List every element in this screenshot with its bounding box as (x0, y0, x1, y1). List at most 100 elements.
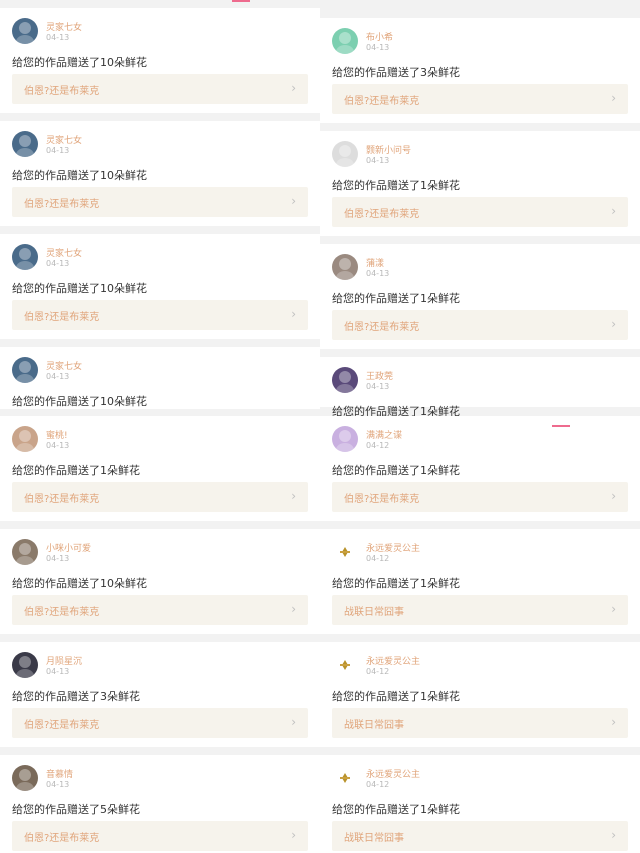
gift-message: 给您的作品赠送了10朵鲜花 (12, 56, 147, 69)
username[interactable]: 布小希 (366, 30, 393, 43)
work-link[interactable]: 伯恩?还是布莱克 › (12, 708, 308, 738)
work-link[interactable]: 伯恩?还是布莱克 › (12, 187, 308, 217)
work-link[interactable]: 伯恩?还是布莱克 › (12, 300, 308, 330)
gift-message: 给您的作品赠送了3朵鲜花 (332, 66, 460, 79)
username[interactable]: 王政莞 (366, 369, 393, 382)
gift-date: 04-13 (46, 146, 70, 155)
username[interactable]: 永远爱灵公主 (366, 541, 420, 554)
work-link[interactable]: 伯恩?还是布莱克 › (12, 595, 308, 625)
gift-date: 04-13 (46, 441, 70, 450)
user-avatar[interactable] (332, 141, 358, 167)
gift-notification-card: 灵家七女 04-13 给您的作品赠送了10朵鲜花 伯恩?还是布莱克 › (0, 8, 320, 113)
right-column: 布小希 04-13 给您的作品赠送了3朵鲜花 伯恩?还是布莱克 › 颢新小问号 04-13 给… (320, 0, 640, 853)
chevron-right-icon: › (291, 81, 296, 95)
gift-notification-card: 灵家七女 04-13 给您的作品赠送了10朵鲜花 (0, 347, 320, 409)
chevron-right-icon: › (611, 317, 616, 331)
work-link[interactable]: 伯恩?还是布莱克 › (12, 821, 308, 851)
gift-notification-card: 布小希 04-13 给您的作品赠送了3朵鲜花伯恩?还是布莱克 › (320, 18, 640, 123)
emblem-icon (340, 660, 350, 670)
gift-date: 04-12 (366, 780, 390, 789)
work-link[interactable]: 战联日常囧事 › (332, 821, 628, 851)
user-avatar[interactable] (12, 426, 38, 452)
emblem-icon (340, 773, 350, 783)
username[interactable]: 颢新小问号 (366, 143, 411, 156)
username[interactable]: 灵家七女 (46, 20, 82, 33)
chevron-right-icon: › (291, 602, 296, 616)
work-link[interactable]: 战联日常囧事 › (332, 595, 628, 625)
gift-notification-card: 小咪小可爱 04-13 给您的作品赠送了10朵鲜花 伯恩?还是布莱克 › (0, 529, 320, 634)
work-title: 伯恩?还是布莱克 (24, 86, 100, 97)
user-avatar[interactable] (332, 254, 358, 280)
chevron-right-icon: › (291, 489, 296, 503)
gift-message: 给您的作品赠送了10朵鲜花 (12, 169, 147, 182)
user-avatar[interactable] (12, 357, 38, 383)
user-avatar[interactable] (12, 539, 38, 565)
work-link[interactable]: 战联日常囧事 › (332, 708, 628, 738)
gift-notification-card: 颢新小问号 04-13 给您的作品赠送了1朵鲜花 伯恩?还是布莱克 › (320, 131, 640, 236)
work-title: 战联日常囧事 (344, 607, 404, 618)
work-title: 伯恩?还是布莱克 (24, 833, 100, 844)
user-avatar[interactable] (12, 652, 38, 678)
gift-date: 04-13 (366, 382, 390, 391)
work-title: 伯恩?还是布莱克 (344, 209, 420, 220)
work-title: 伯恩?还是布莱克 (344, 96, 420, 107)
user-avatar[interactable] (12, 765, 38, 791)
avatar-image (16, 656, 34, 678)
work-link[interactable]: 伯恩?还是布莱克 › (332, 84, 628, 114)
username[interactable]: 月陨星沉 (46, 654, 82, 667)
username[interactable]: 永远爱灵公主 (366, 767, 420, 780)
username[interactable]: 蜜桃! (46, 428, 68, 441)
gift-message: 给您的作品赠送了1朵鲜花 (332, 577, 460, 590)
gift-message: 给您的作品赠送了10朵鲜花 (12, 282, 147, 295)
gift-date: 04-13 (46, 780, 70, 789)
username[interactable]: 小咪小可爱 (46, 541, 91, 554)
gift-date: 04-13 (366, 43, 390, 52)
work-title: 战联日常囧事 (344, 720, 404, 731)
avatar-image (336, 32, 354, 54)
chevron-right-icon: › (611, 489, 616, 503)
gift-message: 给您的作品赠送了1朵鲜花 (332, 803, 460, 816)
avatar-image (336, 371, 354, 393)
username[interactable]: 灵家七女 (46, 133, 82, 146)
user-avatar[interactable] (332, 539, 358, 565)
gift-message: 给您的作品赠送了3朵鲜花 (12, 690, 140, 703)
avatar-image (336, 258, 354, 280)
gift-date: 04-12 (366, 441, 390, 450)
user-avatar[interactable] (12, 131, 38, 157)
scroll-indicator (552, 425, 570, 427)
left-column: 灵家七女 04-13 给您的作品赠送了10朵鲜花 伯恩?还是布莱克 › 灵家七女 04-13… (0, 0, 320, 853)
gift-date: 04-13 (46, 259, 70, 268)
work-title: 伯恩?还是布莱克 (24, 494, 100, 505)
work-link[interactable]: 伯恩?还是布莱克 › (12, 482, 308, 512)
gift-message: 给您的作品赠送了1朵鲜花 (332, 464, 460, 477)
username[interactable]: 蒲漾 (366, 256, 384, 269)
chevron-right-icon: › (611, 828, 616, 842)
gift-date: 04-13 (46, 667, 70, 676)
chevron-right-icon: › (291, 715, 296, 729)
chevron-right-icon: › (291, 194, 296, 208)
work-link[interactable]: 伯恩?还是布莱克 › (332, 197, 628, 227)
gift-notification-card: 灵家七女 04-13 给您的作品赠送了10朵鲜花伯恩?还是布莱克 › (0, 234, 320, 339)
work-title: 伯恩?还是布莱克 (344, 322, 420, 333)
gift-notification-card: 满满之谍 04-12 给您的作品赠送了1朵鲜花伯恩?还是布莱克 › (320, 416, 640, 521)
work-title: 伯恩?还是布莱克 (24, 312, 100, 323)
gift-message: 给您的作品赠送了1朵鲜花 (332, 292, 460, 305)
username[interactable]: 音慕情 (46, 767, 73, 780)
username[interactable]: 永远爱灵公主 (366, 654, 420, 667)
user-avatar[interactable] (332, 765, 358, 791)
user-avatar[interactable] (332, 652, 358, 678)
work-link[interactable]: 伯恩?还是布莱克 › (332, 310, 628, 340)
username[interactable]: 灵家七女 (46, 246, 82, 259)
user-avatar[interactable] (332, 426, 358, 452)
username[interactable]: 灵家七女 (46, 359, 82, 372)
user-avatar[interactable] (332, 28, 358, 54)
gift-notification-card: 永远爱灵公主 04-12 给您的作品赠送了1朵鲜花战联日常囧事 › (320, 755, 640, 853)
user-avatar[interactable] (332, 367, 358, 393)
work-title: 伯恩?还是布莱克 (24, 720, 100, 731)
work-link[interactable]: 伯恩?还是布莱克 › (332, 482, 628, 512)
user-avatar[interactable] (12, 244, 38, 270)
username[interactable]: 满满之谍 (366, 428, 402, 441)
user-avatar[interactable] (12, 18, 38, 44)
top-indicator (232, 0, 250, 2)
work-link[interactable]: 伯恩?还是布莱克 › (12, 74, 308, 104)
